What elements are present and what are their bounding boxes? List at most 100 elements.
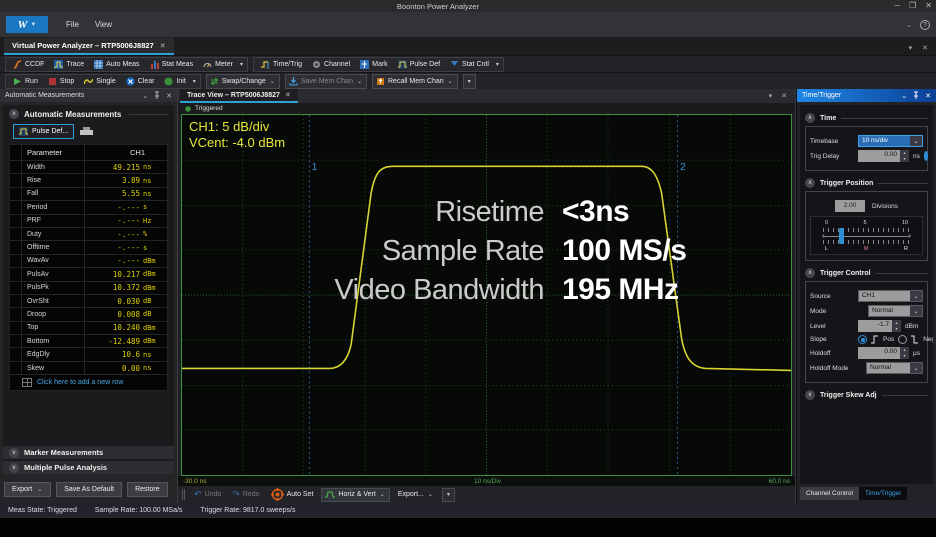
row-selector[interactable] [10,174,22,186]
views-group2-more-icon[interactable]: ▾ [495,61,500,68]
slope-pos-radio[interactable] [858,335,867,344]
run-button[interactable]: Run [9,76,42,87]
minimize-icon[interactable]: ─ [894,0,900,12]
row-selector[interactable] [10,362,22,374]
tab-time-trigger[interactable]: Time/Trigger [859,487,907,500]
close-icon[interactable]: ✕ [166,92,172,100]
trig-delay-field[interactable]: 0.00 ▴▾ [858,150,909,162]
multiple-pulse-analysis-section[interactable]: ∨ Multiple Pulse Analysis [3,460,174,474]
stop-button[interactable]: Stop [44,76,78,87]
clear-button[interactable]: Clear [122,76,159,87]
marker1-label[interactable]: 1 [312,162,318,173]
row-selector[interactable] [10,295,22,307]
swap-change-dropdown[interactable]: Swap/Change⌄ [206,74,280,89]
row-selector[interactable] [10,255,22,267]
marker-measurements-section[interactable]: ∨ Marker Measurements [3,445,174,459]
meter-button[interactable]: Meter [199,59,237,70]
slope-neg-radio[interactable] [898,335,907,344]
collapse-icon[interactable]: ∧ [805,268,815,278]
holdoff-field[interactable]: 0.00 ▴▾ [858,347,909,359]
acquisition-more-icon[interactable]: ▾ [192,78,197,85]
row-selector[interactable] [10,241,22,253]
row-selector[interactable] [10,201,22,213]
tab-overflow-icon[interactable]: ▾ [909,44,913,52]
row-selector[interactable] [10,228,22,240]
time-section-header[interactable]: ∧ Time [805,113,928,123]
row-selector[interactable] [10,161,22,173]
measurement-row[interactable]: PRF -.--- Hz [10,215,167,228]
row-selector[interactable] [10,215,22,227]
menu-file[interactable]: File [58,17,87,32]
trace-display[interactable]: CH1: 5 dB/div VCent: -4.0 dBm 1 2 Riseti… [181,114,792,476]
restore-button[interactable]: Restore [127,482,168,497]
row-selector[interactable] [10,308,22,320]
add-row-link[interactable]: Click here to add a new row [16,375,161,390]
measurement-row[interactable]: Skew 0.00 ns [10,362,167,375]
auto-measurements-section-header[interactable]: ∧ Automatic Measurements [3,105,174,121]
help-icon[interactable]: ? [920,20,930,30]
boonton-logo-button[interactable]: W ▼ [6,16,48,33]
source-dropdown[interactable]: CH1 ⌄ [858,290,923,302]
holdoff-mode-dropdown[interactable]: Normal ⌄ [866,362,923,374]
tab-trace-view[interactable]: Trace View – RTP5006J8827 ✕ [180,89,298,103]
collapse-icon[interactable]: ∧ [805,178,815,188]
pin-icon[interactable] [154,91,160,101]
trace-export-dropdown[interactable]: Export...⌄ [395,490,437,499]
tab-virtual-power-analyzer[interactable]: Virtual Power Analyzer – RTP5006J8827 ✕ [4,38,174,55]
expand-icon[interactable]: ∨ [9,463,19,473]
tab-close-icon[interactable]: ✕ [160,42,166,50]
measurement-row[interactable]: WavAv -.--- dBm [10,255,167,268]
measurement-row[interactable]: Period -.--- s [10,201,167,214]
trace-close-icon[interactable]: ✕ [781,92,787,100]
print-button[interactable] [80,127,93,137]
collapse-icon[interactable]: ∧ [9,109,19,119]
recall-mem-chan-dropdown[interactable]: Recall Mem Chan⌄ [372,74,458,89]
expand-icon[interactable]: ∨ [9,448,19,458]
divisions-field[interactable]: 2.00 [835,200,865,212]
measurement-row[interactable]: Duty -.--- % [10,228,167,241]
row-selector[interactable] [10,348,22,360]
chevron-down-icon[interactable]: ⌄ [901,92,907,100]
auto-meas-button[interactable]: Auto Meas [90,59,143,70]
level-field[interactable]: -1.7 ▴▾ [858,320,901,332]
row-selector[interactable] [10,335,22,347]
trace-more-dropdown[interactable]: ▾ [442,488,455,502]
trace-menu-icon[interactable]: ▾ [769,92,773,100]
chevron-down-icon[interactable]: ⌄ [906,21,912,29]
pin-icon[interactable] [913,91,919,101]
close-icon[interactable]: ✕ [925,92,931,100]
measurement-row[interactable]: PulsAv 10.217 dBm [10,268,167,281]
expand-icon[interactable]: ∨ [805,390,815,400]
single-button[interactable]: Single [80,76,119,87]
measurement-row[interactable]: PulsPk 10.372 dBm [10,282,167,295]
ccdf-button[interactable]: CCDF [9,59,48,70]
actions-more-dropdown[interactable]: ▾ [463,74,476,89]
chevron-down-icon[interactable]: ⌄ [142,92,148,100]
pulse-def-dialog-button[interactable]: Pulse Def... [13,124,74,139]
spinner[interactable]: ▴▾ [900,150,909,162]
row-selector[interactable] [10,322,22,334]
init-button[interactable]: Init [160,76,189,87]
export-button[interactable]: Export⌄ [4,482,51,497]
spinner[interactable]: ▴▾ [892,320,901,332]
mark-button[interactable]: Mark [356,59,392,70]
stat-meas-button[interactable]: Stat Meas [146,59,198,70]
menu-view[interactable]: View [87,17,120,32]
time-trig-button[interactable]: Time/Trig [257,59,306,70]
measurement-row[interactable]: EdgDly 10.6 ns [10,348,167,361]
measurement-row[interactable]: Fall 5.55 ns [10,188,167,201]
close-icon[interactable]: ✕ [925,0,932,12]
row-selector[interactable] [10,188,22,200]
save-as-default-button[interactable]: Save As Default [56,482,122,497]
save-mem-chan-dropdown[interactable]: Save Mem Chan⌄ [285,74,367,89]
trace-button[interactable]: Trace [50,59,88,70]
measurement-row[interactable]: Droop 0.008 dB [10,308,167,321]
tab-channel-control[interactable]: Channel Control [800,487,859,500]
mode-dropdown[interactable]: Normal ⌄ [868,305,923,317]
measurement-row[interactable]: Offtime -.--- s [10,241,167,254]
auto-set-button[interactable]: Auto Set [268,487,317,502]
trigger-position-section-header[interactable]: ∧ Trigger Position [805,178,928,188]
slider-handle[interactable] [839,228,844,244]
measurement-row[interactable]: Rise 3.89 ns [10,174,167,187]
redo-button[interactable]: ↷Redo [229,488,262,501]
